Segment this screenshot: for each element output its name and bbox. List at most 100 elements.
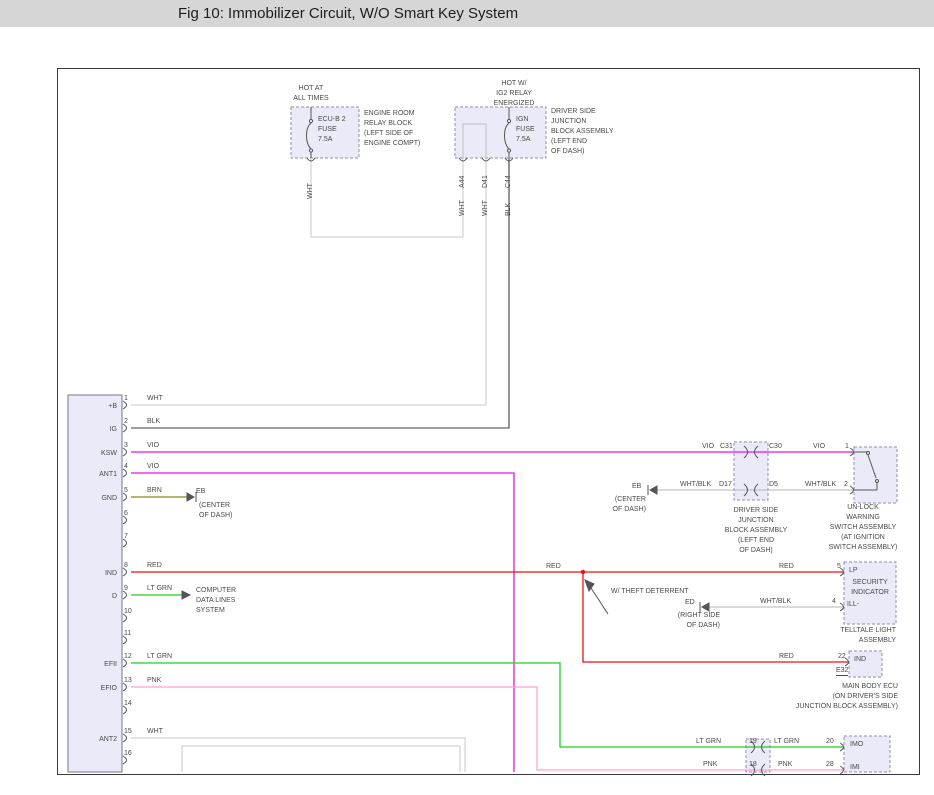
- driver-side-junction-bottom-label: DRIVER SIDE JUNCTION BLOCK ASSEMBLY (LEF…: [710, 506, 802, 556]
- unlock-warning-switch-label: UN-LOCK WARNING SWITCH ASSEMBLY (AT IGNI…: [828, 503, 898, 553]
- wire-vio-ant1: [131, 473, 514, 772]
- wire-color-label: WHT: [147, 395, 163, 402]
- ill-terminal-label: ILL-: [847, 601, 859, 609]
- pin-a44-label: A44: [459, 176, 467, 188]
- wire-color-label: WHT: [147, 728, 163, 735]
- wht-drop-label: WHT: [307, 183, 315, 199]
- connector-c31-label: C31: [720, 443, 733, 451]
- wire-color-label: VIO: [147, 442, 159, 449]
- wire-a44-color-label: WHT: [459, 200, 467, 216]
- component-boxes: [291, 107, 897, 772]
- pin-number: 22: [838, 653, 846, 661]
- wire-color-label: VIO: [147, 463, 159, 470]
- wiring-svg: [0, 0, 934, 795]
- pin-number: 4: [832, 598, 836, 606]
- data-lines-arrow-icon: [182, 591, 190, 599]
- pin-number: 28: [826, 761, 834, 769]
- pin-number: 6: [124, 510, 128, 517]
- wire-pnk-efio: [131, 687, 844, 770]
- whtblk-label: WHT/BLK: [760, 598, 791, 606]
- wire-ltgrn-efii: [131, 663, 844, 747]
- pin-number: 12: [124, 653, 132, 660]
- pin-name: ANT1: [70, 471, 117, 478]
- whtblk-label: WHT/BLK: [805, 481, 836, 489]
- security-indicator-label: SECURITY INDICATOR: [845, 578, 895, 598]
- connector-e32-label: E32: [836, 667, 848, 676]
- ltgrn-label: LT GRN: [696, 738, 721, 746]
- pin-number: 13: [124, 677, 132, 684]
- wire-color-label: RED: [147, 562, 162, 569]
- eb2-location-label: (CENTER OF DASH): [598, 495, 646, 515]
- wire-color-label: BLK: [147, 418, 160, 425]
- junction-connector-box: [734, 442, 768, 500]
- pin-name: D: [70, 593, 117, 600]
- red-label: RED: [546, 563, 561, 571]
- wire-color-label: LT GRN: [147, 653, 172, 660]
- pin-number: 10: [124, 608, 132, 615]
- ecub-fuse-label: ECU-B 2 FUSE 7.5A: [318, 115, 346, 145]
- eb-connector-icon: [187, 493, 194, 501]
- main-body-ecu-box: [849, 651, 882, 677]
- pin-number: 1: [124, 395, 128, 402]
- eb2-connector-icon: [650, 486, 657, 494]
- pin-number: 8: [124, 562, 128, 569]
- wire-color-label: BRN: [147, 487, 162, 494]
- eb2-connector-label: EB: [632, 483, 641, 491]
- pin-number: 15: [124, 728, 132, 735]
- hot-ig2-relay-label: HOT W/ IG2 RELAY ENERGIZED: [482, 79, 546, 109]
- vio-label: VIO: [702, 443, 714, 451]
- pin-number: 16: [124, 750, 132, 757]
- pin-c44-label: C44: [505, 175, 513, 188]
- wire-c44-color-label: BLK: [505, 203, 513, 216]
- wire-blk-ig: [131, 158, 509, 428]
- pnk-label: PNK: [703, 761, 717, 769]
- wire-color-label: LT GRN: [147, 585, 172, 592]
- driver-side-junction-top-label: DRIVER SIDE JUNCTION BLOCK ASSEMBLY (LEF…: [551, 107, 614, 157]
- pnk-label: PNK: [778, 761, 792, 769]
- pin-name: ANT2: [70, 736, 117, 743]
- ign-fuse-label: IGN FUSE 7.5A: [516, 115, 535, 145]
- pin-number: 1: [845, 443, 849, 451]
- ed-connector-icon: [702, 603, 709, 611]
- pin-number: 9: [124, 585, 128, 592]
- pin-name: EFIO: [70, 685, 117, 692]
- pin-number: 18: [749, 761, 757, 769]
- red-label: RED: [779, 653, 794, 661]
- connector-d17-label: D17: [719, 481, 732, 489]
- theft-arrow-head-icon: [585, 580, 594, 591]
- antenna-box-partial: [182, 746, 460, 772]
- pin-name: IG: [70, 426, 117, 433]
- pin-number: 5: [837, 563, 841, 571]
- eb-connector-label: EB: [196, 488, 205, 496]
- hot-at-all-times-label: HOT AT ALL TIMES: [283, 84, 339, 104]
- pin-number: 4: [124, 463, 128, 470]
- pin-name: KSW: [70, 450, 117, 457]
- ecu-pin-arcs: [123, 401, 127, 764]
- pin-number: 2: [844, 481, 848, 489]
- pin-number: 19: [749, 738, 757, 746]
- wire-d41-color-label: WHT: [482, 200, 490, 216]
- computer-data-lines-label: COMPUTER DATA LINES SYSTEM: [196, 586, 236, 616]
- lp-terminal-label: LP: [849, 567, 858, 575]
- theft-arrow-line: [589, 585, 608, 614]
- splice-dot: [581, 570, 585, 574]
- wire-color-label: PNK: [147, 677, 161, 684]
- pin-d41-label: D41: [482, 175, 490, 188]
- pin-number: 5: [124, 487, 128, 494]
- pin-name: +B: [70, 403, 117, 410]
- wiring-diagram-page: Fig 10: Immobilizer Circuit, W/O Smart K…: [0, 0, 934, 795]
- red-label: RED: [779, 563, 794, 571]
- imi-terminal-label: IMI: [850, 764, 860, 772]
- wire-wht-ecub-feed: [311, 158, 463, 237]
- ltgrn-label: LT GRN: [774, 738, 799, 746]
- vio-label: VIO: [813, 443, 825, 451]
- telltale-light-label: TELLTALE LIGHT ASSEMBLY: [818, 626, 896, 646]
- eb-location-label: (CENTER OF DASH): [199, 501, 232, 521]
- connector-c30-label: C30: [769, 443, 782, 451]
- engine-room-relay-block-label: ENGINE ROOM RELAY BLOCK (LEFT SIDE OF EN…: [364, 109, 420, 149]
- pin-number: 11: [124, 630, 131, 637]
- pin-number: 7: [124, 533, 128, 540]
- pin-number: 20: [826, 738, 834, 746]
- imo-terminal-label: IMO: [850, 741, 863, 749]
- pin-number: 2: [124, 418, 128, 425]
